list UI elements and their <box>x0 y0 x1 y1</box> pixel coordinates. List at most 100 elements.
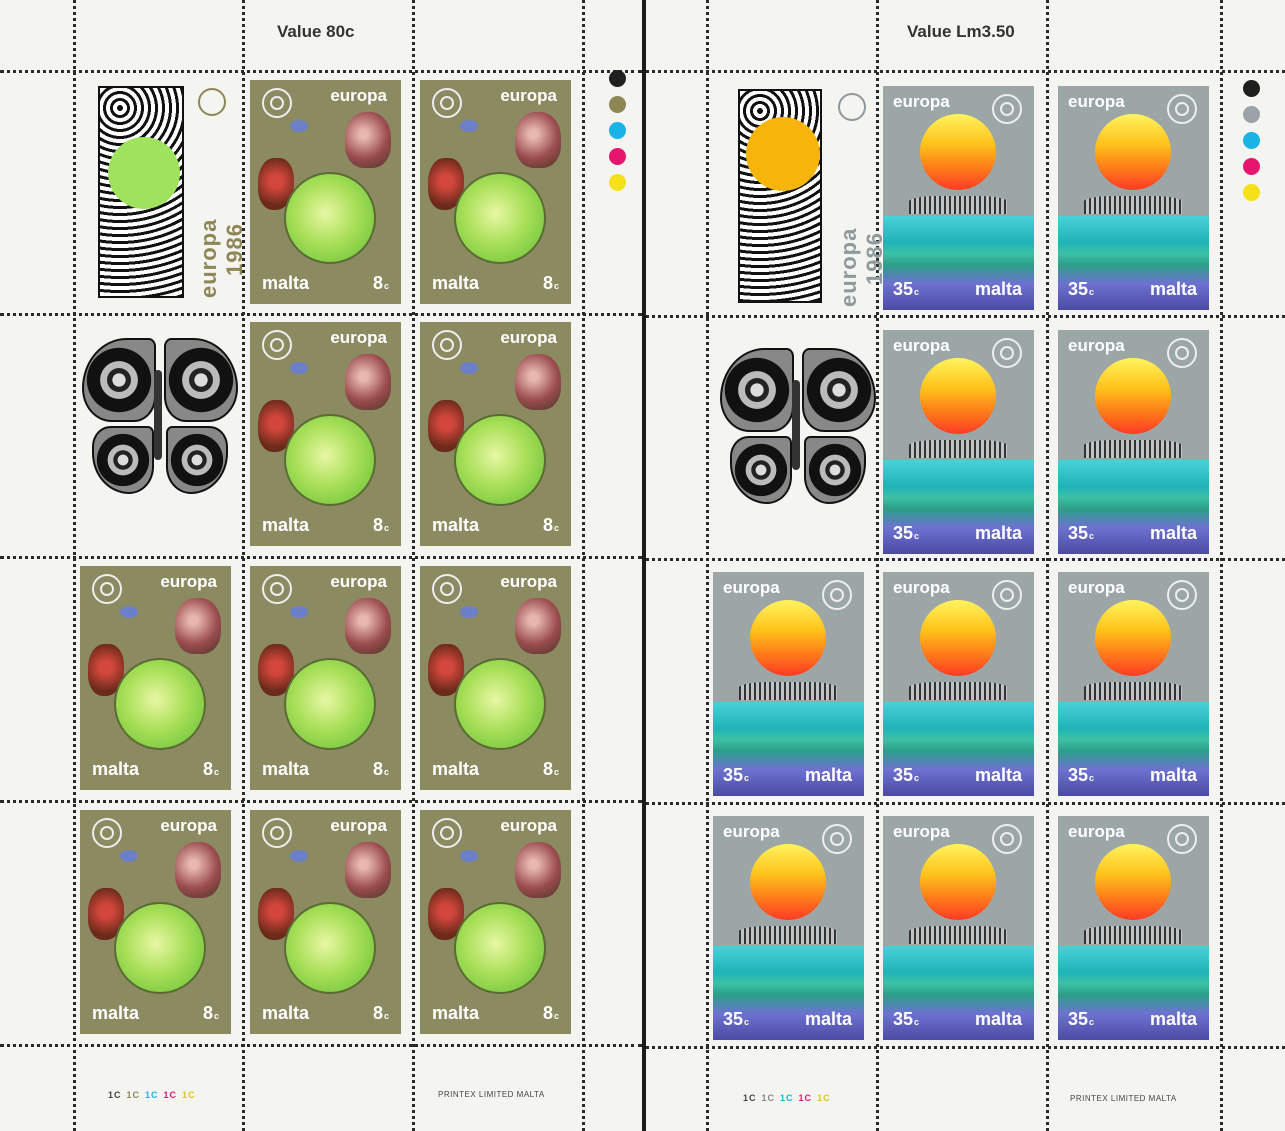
stamp-europa-text: europa <box>330 816 387 835</box>
stamp-value: 8c <box>202 1003 219 1023</box>
perforation-row <box>646 802 1285 808</box>
colour-dot <box>1243 184 1260 201</box>
green-globe <box>284 414 376 506</box>
stamp-8c: europa malta 8c <box>420 322 571 546</box>
plate-number: 1C <box>761 1093 776 1103</box>
perforation-row <box>0 556 642 562</box>
butterfly-wing <box>720 348 794 432</box>
sun-disk <box>1095 844 1171 920</box>
stamp-europa-text: europa <box>1068 578 1125 597</box>
island-silhouette <box>909 682 1007 700</box>
green-globe <box>114 902 206 994</box>
europa-emblem-icon <box>92 818 122 848</box>
sun-disk <box>920 600 996 676</box>
green-disk <box>108 137 180 209</box>
stamp-35c: europa 35c malta <box>1058 816 1209 1040</box>
island-silhouette <box>739 682 837 700</box>
plate-number: 1C <box>798 1093 813 1103</box>
butterfly-icon <box>345 354 391 410</box>
stamp-country: malta <box>974 765 1022 785</box>
stamp-country: malta <box>92 1003 140 1023</box>
stamp-country: malta <box>92 759 140 779</box>
stamp-country: malta <box>262 273 310 293</box>
stamp-35c: europa 35c malta <box>1058 86 1209 310</box>
europa-emblem-icon <box>262 574 292 604</box>
perforation-column <box>706 0 712 1131</box>
butterfly-icon <box>345 598 391 654</box>
plate-numbers: 1C 1C 1C 1C 1C <box>108 1090 201 1100</box>
europa-emblem-icon <box>838 93 866 121</box>
perforation-row <box>646 1046 1285 1052</box>
label-year: 1986 <box>222 223 247 276</box>
europa-emblem-icon <box>262 88 292 118</box>
stamp-europa-text: europa <box>1068 822 1125 841</box>
sun-disk <box>1095 114 1171 190</box>
europa-emblem-icon <box>92 574 122 604</box>
blue-butterfly-icon <box>460 606 478 618</box>
green-globe <box>454 414 546 506</box>
stamp-europa-text: europa <box>160 816 217 835</box>
plate-number: 1C <box>743 1093 757 1103</box>
green-globe <box>284 902 376 994</box>
stamp-country: malta <box>1149 523 1197 543</box>
sun-disk <box>750 600 826 676</box>
colour-dot <box>1243 80 1260 97</box>
butterfly-icon <box>175 842 221 898</box>
plate-number: 1C <box>163 1090 178 1100</box>
butterfly-wing <box>802 348 876 432</box>
stamp-value: 35c <box>1068 523 1095 543</box>
perforation-row <box>0 313 642 319</box>
stamp-8c: europa malta 8c <box>250 566 401 790</box>
butterfly-wing <box>804 436 866 504</box>
butterfly-wing <box>92 426 154 494</box>
stamp-8c: europa malta 8c <box>250 810 401 1034</box>
stamp-value: 8c <box>372 1003 389 1023</box>
stamp-value: 8c <box>372 273 389 293</box>
perforation-row <box>646 558 1285 564</box>
europa-label-tab: europa 1986 <box>732 85 887 310</box>
stamp-8c: europa malta 8c <box>420 566 571 790</box>
stamp-country: malta <box>974 279 1022 299</box>
stamp-country: malta <box>1149 1009 1197 1029</box>
stamp-europa-text: europa <box>893 336 950 355</box>
stamp-europa-text: europa <box>893 822 950 841</box>
stamp-europa-text: europa <box>1068 92 1125 111</box>
stamp-europa-text: europa <box>500 86 557 105</box>
butterfly-wing <box>82 338 156 422</box>
printer-imprint: PRINTEX LIMITED MALTA <box>438 1090 545 1099</box>
stamp-value: 35c <box>893 765 920 785</box>
stamp-europa-text: europa <box>723 822 780 841</box>
perforation-row <box>0 70 642 76</box>
sun-disk <box>920 358 996 434</box>
stamp-country: malta <box>804 1009 852 1029</box>
stamp-value: 35c <box>893 523 920 543</box>
butterfly-wing <box>166 426 228 494</box>
stamp-europa-text: europa <box>500 328 557 347</box>
blue-butterfly-icon <box>460 362 478 374</box>
stamp-country: malta <box>432 515 480 535</box>
green-globe <box>114 658 206 750</box>
europa-emblem-icon <box>822 580 852 610</box>
sun-disk <box>920 844 996 920</box>
blue-butterfly-icon <box>290 850 308 862</box>
island-silhouette <box>909 926 1007 944</box>
plate-number: 1C <box>817 1093 831 1103</box>
stamp-europa-text: europa <box>893 578 950 597</box>
butterfly-icon <box>345 112 391 168</box>
colour-dot <box>609 96 626 113</box>
stamp-country: malta <box>432 759 480 779</box>
island-silhouette <box>909 196 1007 214</box>
europa-emblem-icon <box>992 338 1022 368</box>
stamp-35c: europa 35c malta <box>883 330 1034 554</box>
stamp-35c: europa 35c malta <box>713 816 864 1040</box>
orange-disk <box>746 117 820 191</box>
colour-dot <box>1243 158 1260 175</box>
green-globe <box>284 172 376 264</box>
island-silhouette <box>1084 926 1182 944</box>
stamp-country: malta <box>804 765 852 785</box>
europa-emblem-icon <box>1167 338 1197 368</box>
stamp-value: 35c <box>893 1009 920 1029</box>
europa-emblem-icon <box>432 88 462 118</box>
europa-emblem-icon <box>1167 580 1197 610</box>
sheet-value-label: Value 80c <box>277 22 355 41</box>
